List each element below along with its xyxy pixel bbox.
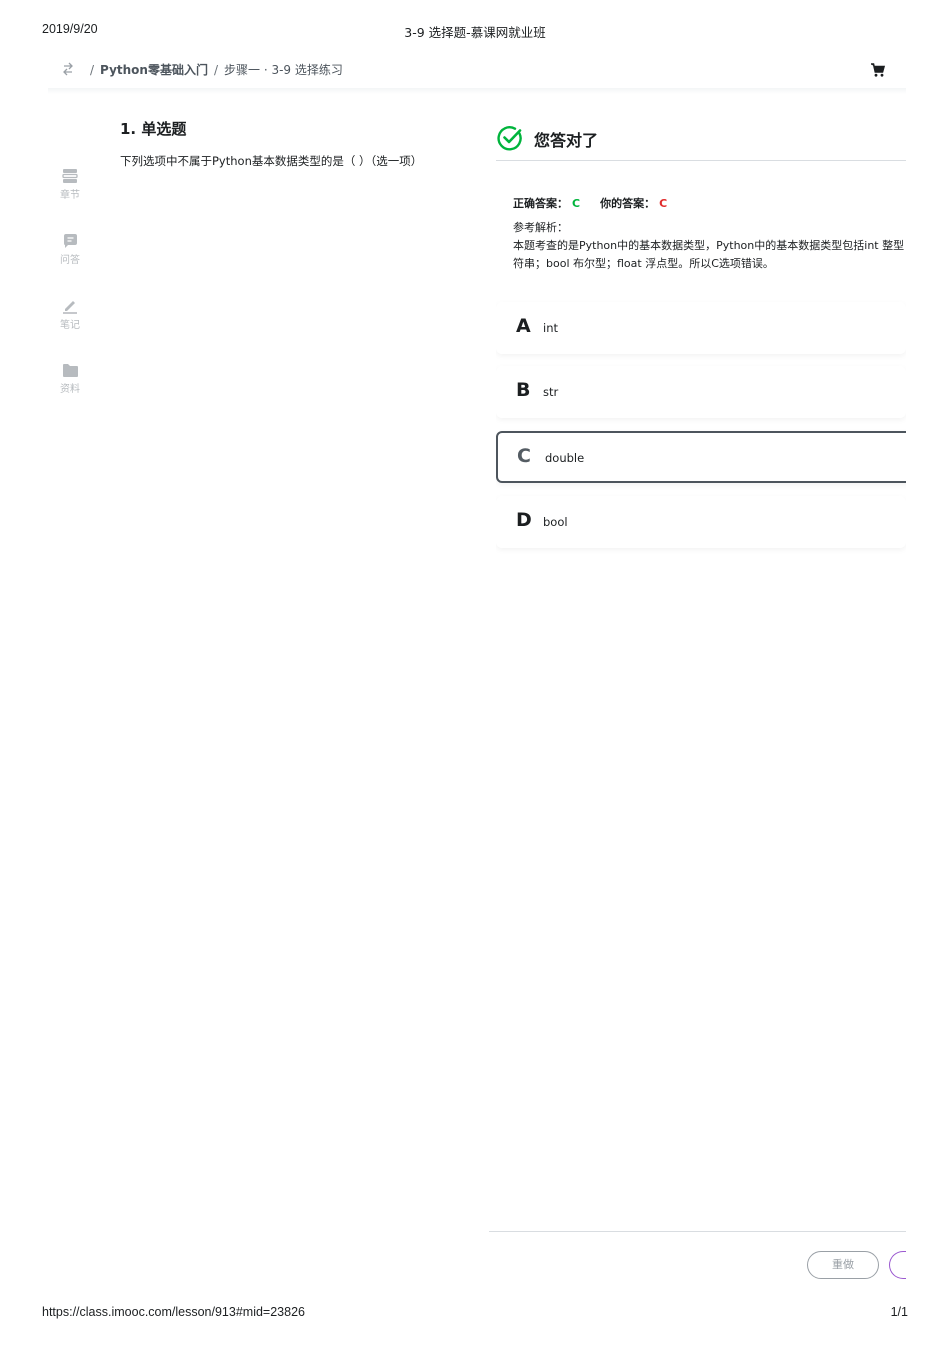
topbar-shadow — [48, 88, 906, 94]
question-text: 下列选项中不属于Python基本数据类型的是（ ）（选一项） — [120, 154, 423, 168]
note-icon — [63, 301, 77, 314]
breadcrumb-separator: / — [213, 63, 219, 77]
question-pane: 1. 单选题 下列选项中不属于Python基本数据类型的是（ ）（选一项） — [120, 118, 470, 169]
print-page-number: 1/1 — [890, 1305, 908, 1319]
your-answer-label: 你的答案： — [600, 197, 656, 210]
divider — [496, 160, 906, 161]
option-a[interactable]: A int — [496, 302, 906, 354]
qa-icon — [63, 234, 77, 248]
breadcrumb-separator: / — [90, 63, 95, 77]
correct-answer-value: C — [572, 197, 581, 210]
analysis-label: 参考解析： — [513, 221, 568, 234]
option-text: str — [543, 385, 559, 399]
left-sidebar: 章节 问答 笔记 资料 — [50, 160, 90, 420]
bottom-divider — [489, 1231, 906, 1232]
sidebar-item-label: 资料 — [60, 384, 80, 395]
result-message: 您答对了 — [534, 131, 599, 150]
breadcrumb-course-link[interactable]: Python零基础入门 — [100, 63, 208, 77]
sidebar-item-note[interactable]: 笔记 — [50, 298, 90, 355]
option-b[interactable]: B str — [496, 366, 906, 418]
sidebar-item-chapter[interactable]: 章节 — [50, 168, 90, 225]
switch-arrows-icon[interactable] — [62, 62, 76, 76]
chapter-icon — [62, 169, 78, 183]
option-letter: C — [517, 445, 531, 467]
your-answer-value: C — [659, 197, 668, 210]
option-letter: B — [516, 379, 531, 401]
page-clip — [906, 1240, 950, 1290]
print-footer: https://class.imooc.com/lesson/913#mid=2… — [0, 1305, 950, 1323]
breadcrumb: / Python零基础入门 / 步骤一 · 3-9 选择练习 — [84, 61, 343, 78]
correct-answer-label: 正确答案： — [513, 197, 568, 210]
analysis-text-line: 符串；bool 布尔型；float 浮点型。所以C选项错误。 — [513, 257, 774, 270]
question-title: 1. 单选题 — [120, 120, 187, 138]
option-text: double — [545, 451, 585, 465]
sidebar-item-label: 章节 — [60, 190, 80, 201]
sidebar-item-qa[interactable]: 问答 — [50, 233, 90, 290]
answer-pane: 您答对了 正确答案： C 你的答案： C 参考解析： 本题考查的是Python中的基本… — [496, 118, 906, 558]
top-bar: / Python零基础入门 / 步骤一 · 3-9 选择练习 — [48, 56, 906, 90]
analysis: 参考解析： 本题考查的是Python中的基本数据类型，Python中的基本数据类… — [513, 219, 906, 273]
option-letter: D — [516, 509, 532, 531]
sidebar-item-label: 笔记 — [60, 320, 80, 331]
print-title: 3-9 选择题-慕课网就业班 — [404, 25, 546, 40]
analysis-text-line: 本题考查的是Python中的基本数据类型，Python中的基本数据类型包括int… — [513, 239, 905, 252]
sidebar-item-label: 问答 — [60, 255, 80, 266]
print-url: https://class.imooc.com/lesson/913#mid=2… — [42, 1305, 305, 1319]
answer-summary: 正确答案： C 你的答案： C — [513, 195, 667, 211]
option-d[interactable]: D bool — [496, 496, 906, 548]
option-c[interactable]: C double — [496, 431, 906, 483]
option-text: bool — [543, 515, 568, 529]
redo-button[interactable]: 重做 — [807, 1251, 879, 1279]
folder-icon — [62, 364, 78, 377]
breadcrumb-current: 步骤一 · 3-9 选择练习 — [224, 63, 343, 77]
cart-icon[interactable] — [870, 62, 886, 78]
option-text: int — [543, 321, 558, 335]
sidebar-item-materials[interactable]: 资料 — [50, 363, 90, 420]
option-letter: A — [516, 315, 531, 337]
print-header: 2019/9/20 3-9 选择题-慕课网就业班 — [0, 22, 950, 40]
check-circle-icon — [497, 126, 522, 151]
